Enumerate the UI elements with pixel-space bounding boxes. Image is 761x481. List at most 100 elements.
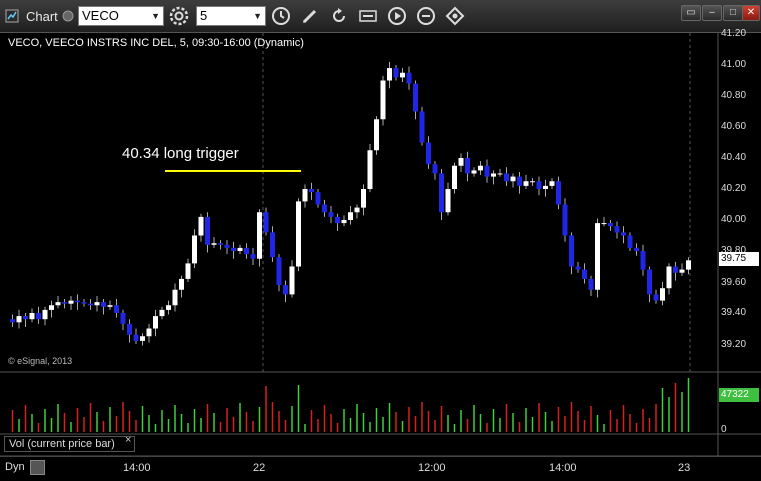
last-price-badge: 39.75: [719, 252, 759, 266]
candle-down: [569, 235, 574, 267]
candle-down: [315, 192, 321, 205]
candle-up: [140, 336, 145, 341]
candle-up: [257, 212, 262, 259]
candle-up: [595, 223, 600, 290]
candle-up: [543, 185, 548, 189]
candle-up: [452, 165, 457, 189]
candle-up: [471, 170, 477, 174]
candle-down: [621, 232, 626, 236]
candle-up: [679, 269, 685, 273]
candle-down: [10, 319, 15, 323]
candle-down: [75, 300, 80, 303]
candle-up: [94, 302, 100, 306]
candle-down: [614, 226, 620, 233]
dynamic-mode-icon[interactable]: [30, 460, 45, 475]
candle-up: [153, 316, 158, 329]
volume-legend-label: Vol (current price bar): [9, 438, 115, 450]
candle-up: [666, 266, 672, 289]
candle-up: [192, 235, 197, 264]
candle-down: [426, 142, 431, 165]
candle-up: [497, 173, 503, 175]
volume-legend[interactable]: Vol (current price bar): [4, 436, 135, 452]
time-axis-bar: Dyn 14:00 22 12:00 14:00 23: [0, 456, 761, 481]
candle-down: [393, 68, 399, 78]
candle-down: [328, 212, 334, 217]
candle-down: [276, 257, 282, 286]
candle-down: [413, 83, 418, 112]
candle-up: [166, 305, 171, 310]
candle-up: [179, 278, 184, 290]
candle-down: [575, 266, 581, 270]
price-axis-label: 39.20: [721, 339, 747, 350]
candle-down: [634, 247, 639, 251]
candle-down: [673, 266, 678, 273]
copyright-label: © eSignal, 2013: [8, 356, 73, 366]
candle-up: [302, 189, 308, 202]
candle-down: [536, 181, 542, 189]
candle-down: [484, 165, 490, 177]
price-axis-label: 40.40: [721, 152, 747, 163]
candle-down: [114, 305, 119, 313]
time-axis-label: 14:00: [549, 462, 577, 474]
candle-down: [120, 313, 126, 324]
candle-up: [172, 289, 178, 306]
candle-up: [29, 313, 35, 320]
candle-down: [283, 285, 288, 295]
candle-down: [588, 278, 594, 290]
timeframe-mode[interactable]: Dyn: [5, 461, 25, 473]
price-axis-label: 40.60: [721, 121, 747, 132]
candle-up: [491, 173, 496, 177]
candle-down: [335, 216, 340, 224]
candle-up: [478, 165, 483, 171]
candle-up: [660, 288, 665, 301]
candle-up: [361, 189, 366, 208]
candle-up: [380, 80, 386, 120]
candle-down: [133, 334, 139, 341]
candle-down: [36, 313, 41, 320]
candle-up: [49, 305, 54, 310]
time-axis-label: 23: [678, 462, 691, 474]
candle-up: [211, 243, 217, 245]
candle-down: [653, 294, 659, 301]
candle-down: [419, 111, 425, 143]
candle-up: [458, 158, 464, 166]
candle-up: [523, 181, 529, 186]
price-axis-label: 40.20: [721, 183, 747, 194]
last-volume-badge: 47322: [719, 388, 759, 402]
candle-up: [185, 263, 191, 279]
candle-down: [432, 164, 438, 174]
candle-down: [465, 158, 470, 174]
trigger-annotation: 40.34 long trigger: [122, 145, 239, 162]
price-axis-label: 40.80: [721, 90, 747, 101]
candle-up: [237, 247, 243, 251]
candle-down: [582, 269, 587, 279]
candle-up: [686, 260, 691, 270]
candle-up: [146, 328, 152, 337]
candle-up: [348, 212, 353, 220]
candle-down: [647, 269, 652, 295]
candle-up: [68, 300, 74, 304]
time-axis-label: 14:00: [123, 462, 151, 474]
candle-down: [23, 316, 28, 320]
candle-down: [309, 189, 314, 193]
candle-down: [439, 173, 444, 213]
price-axis-label: 39.60: [721, 277, 747, 288]
candle-up: [510, 176, 516, 182]
time-axis-label: 12:00: [418, 462, 446, 474]
candle-up: [445, 189, 451, 213]
candle-down: [127, 323, 132, 335]
volume-legend-close-icon[interactable]: ×: [125, 434, 131, 446]
candle-down: [270, 232, 275, 258]
price-axis-label: 40.00: [721, 214, 747, 225]
candle-down: [608, 223, 613, 227]
candle-up: [296, 201, 301, 267]
price-axis-label: 41.00: [721, 59, 747, 70]
chart-header: VECO, VEECO INSTRS INC DEL, 5, 09:30-16:…: [8, 37, 304, 49]
candle-up: [601, 223, 607, 225]
price-chart[interactable]: [0, 0, 761, 456]
candle-up: [289, 266, 295, 295]
volume-axis-zero: 0: [721, 424, 727, 435]
candle-down: [640, 251, 646, 270]
candle-down: [556, 181, 561, 205]
candle-down: [62, 302, 67, 304]
